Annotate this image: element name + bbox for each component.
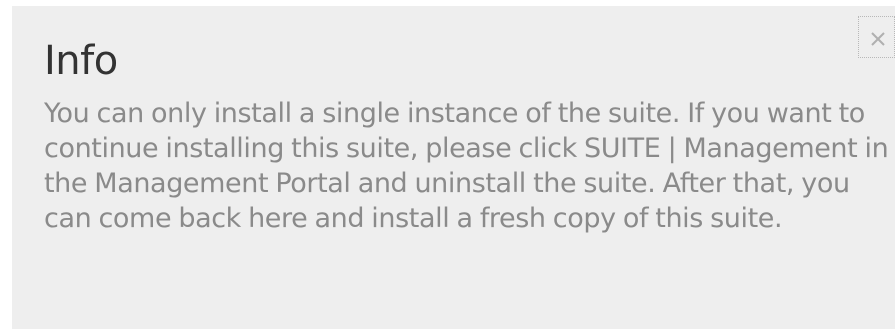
dialog-message: You can only install a single instance o… bbox=[44, 98, 889, 234]
close-button[interactable] bbox=[858, 16, 895, 58]
close-icon bbox=[871, 32, 885, 46]
dialog-title: Info bbox=[44, 38, 118, 84]
info-dialog: Info You can only install a single insta… bbox=[12, 6, 895, 329]
